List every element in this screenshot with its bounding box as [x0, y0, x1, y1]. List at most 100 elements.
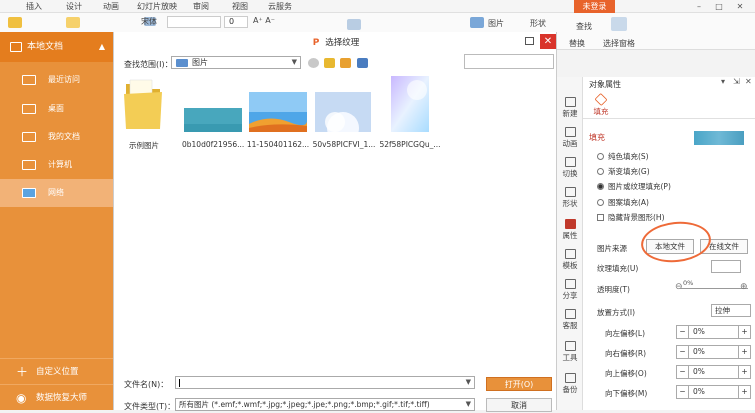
- replace-label[interactable]: 替换: [569, 38, 585, 49]
- radio-button[interactable]: [597, 199, 604, 206]
- offset-right-stepper[interactable]: −0% +: [676, 345, 751, 359]
- radio-button[interactable]: [597, 168, 604, 175]
- up-folder-icon[interactable]: [324, 58, 335, 68]
- menu-view[interactable]: 视图: [232, 1, 248, 12]
- font-size-select[interactable]: 0: [224, 16, 248, 28]
- side-tab-share[interactable]: 分享: [557, 277, 583, 307]
- radio-pattern-fill[interactable]: 图案填充(A): [597, 197, 649, 208]
- chevron-up-icon[interactable]: ▲: [99, 32, 105, 62]
- slider-minus-icon[interactable]: ⊖: [675, 282, 683, 292]
- nav-desktop-label: 桌面: [48, 104, 64, 113]
- select-pane-icon[interactable]: [611, 17, 627, 31]
- fill-section-header[interactable]: 填充: [589, 132, 605, 143]
- filename-input[interactable]: ▼: [175, 376, 475, 389]
- back-icon[interactable]: [308, 58, 319, 68]
- menu-review[interactable]: 审阅: [193, 1, 209, 12]
- offset-left-stepper[interactable]: −0% +: [676, 325, 751, 339]
- look-in-select[interactable]: 图片 ▼: [171, 56, 301, 69]
- checkbox[interactable]: [597, 214, 604, 221]
- minus-icon[interactable]: −: [677, 366, 689, 378]
- font-family-select[interactable]: [167, 16, 221, 28]
- radio-picture-texture-fill[interactable]: 图片或纹理填充(P): [597, 181, 671, 192]
- image-thumbnail[interactable]: [315, 92, 371, 132]
- texture-select[interactable]: [711, 260, 741, 273]
- new-folder-icon[interactable]: [340, 58, 351, 68]
- dialog-close-button[interactable]: ✕: [540, 34, 556, 49]
- minus-icon[interactable]: −: [677, 346, 689, 358]
- shape-label[interactable]: 形状: [530, 18, 546, 29]
- offset-value: 0%: [693, 387, 705, 396]
- filetype-select[interactable]: 所有图片 (*.emf;*.wmf;*.jpg;*.jpeg;*.jpe;*.p…: [175, 398, 475, 411]
- texture-thumbnail[interactable]: [184, 108, 242, 132]
- minus-icon[interactable]: −: [677, 326, 689, 338]
- minus-icon[interactable]: −: [677, 386, 689, 398]
- login-button[interactable]: 未登录: [574, 0, 615, 13]
- menu-animation[interactable]: 动画: [103, 1, 119, 12]
- radio-button-checked[interactable]: [597, 183, 604, 190]
- offset-up-stepper[interactable]: −0% +: [676, 365, 751, 379]
- folder-thumbnail[interactable]: [122, 76, 164, 131]
- side-tab-shape[interactable]: 形状: [557, 185, 583, 215]
- search-input[interactable]: [464, 54, 554, 69]
- custom-location-button[interactable]: ＋ 自定义位置: [0, 358, 113, 384]
- plus-icon[interactable]: +: [738, 326, 750, 338]
- fill-tab-label: 填充: [593, 107, 609, 116]
- close-icon[interactable]: ✕: [745, 77, 752, 86]
- font-grow-icon[interactable]: A⁺ A⁻: [253, 16, 275, 25]
- nav-recent[interactable]: 最近访问: [0, 66, 113, 94]
- image-thumbnail[interactable]: [249, 92, 307, 132]
- chevron-down-icon[interactable]: ▼: [466, 378, 471, 386]
- select-pane-label[interactable]: 选择窗格: [603, 38, 635, 49]
- dock-icon[interactable]: ⇲: [733, 77, 740, 86]
- open-button[interactable]: 打开(O): [486, 377, 552, 391]
- side-tab-tools[interactable]: 工具: [557, 339, 583, 369]
- radio-button[interactable]: [597, 153, 604, 160]
- view-menu-icon[interactable]: [357, 58, 368, 68]
- fill-tab[interactable]: 填充: [591, 92, 611, 116]
- look-in-value: 图片: [192, 58, 208, 67]
- nav-network[interactable]: 网络: [0, 179, 113, 207]
- transparency-slider[interactable]: [680, 288, 748, 289]
- menu-insert[interactable]: 插入: [26, 1, 42, 12]
- plus-icon[interactable]: +: [738, 346, 750, 358]
- slider-plus-icon[interactable]: ⊕: [740, 282, 748, 292]
- side-tab-properties[interactable]: 属性: [557, 217, 583, 247]
- side-tab-backup[interactable]: 备份: [557, 371, 583, 401]
- side-tab-service[interactable]: 客服: [557, 307, 583, 337]
- radio-gradient-fill[interactable]: 渐变填充(G): [597, 166, 650, 177]
- offset-down-stepper[interactable]: −0% +: [676, 385, 751, 399]
- nav-my-documents[interactable]: 我的文档: [0, 123, 113, 151]
- find-label[interactable]: 查找: [576, 21, 592, 32]
- paste-icon[interactable]: [8, 17, 22, 28]
- plus-icon[interactable]: +: [738, 386, 750, 398]
- plus-icon: ＋: [16, 365, 29, 379]
- maximize-icon[interactable]: □: [710, 0, 728, 13]
- pin-icon[interactable]: ▾: [721, 77, 725, 86]
- slide-icon[interactable]: [66, 17, 80, 28]
- image-icon[interactable]: [470, 17, 484, 28]
- folder-icon: [176, 59, 188, 67]
- side-tab-transition[interactable]: 切换: [557, 155, 583, 185]
- share-icon: [564, 279, 576, 289]
- data-recovery-button[interactable]: ◉ 数据恢复大师: [0, 384, 113, 410]
- close-icon[interactable]: ✕: [731, 0, 749, 13]
- placement-select[interactable]: 拉伸: [711, 304, 751, 317]
- panel-title: 对象属性: [589, 80, 621, 89]
- plus-icon[interactable]: +: [738, 366, 750, 378]
- nav-computer[interactable]: 计算机: [0, 151, 113, 179]
- hide-background-checkbox[interactable]: 隐藏背景图形(H): [597, 212, 665, 223]
- side-tab-template[interactable]: 模板: [557, 247, 583, 277]
- menu-cloud[interactable]: 云服务: [268, 1, 292, 12]
- side-tab-animation[interactable]: 动画: [557, 125, 583, 155]
- minimize-icon[interactable]: –: [690, 0, 708, 13]
- menu-slideshow[interactable]: 幻灯片放映: [137, 1, 177, 12]
- menu-design[interactable]: 设计: [66, 1, 82, 12]
- image-label[interactable]: 图片: [488, 18, 504, 29]
- nav-desktop[interactable]: 桌面: [0, 95, 113, 123]
- side-tab-new[interactable]: 新建: [557, 95, 583, 125]
- maximize-icon[interactable]: [525, 37, 534, 45]
- radio-solid-fill[interactable]: 纯色填充(S): [597, 151, 649, 162]
- table-icon[interactable]: [347, 19, 361, 30]
- offset-value: 0%: [693, 367, 705, 376]
- image-thumbnail[interactable]: [391, 76, 429, 132]
